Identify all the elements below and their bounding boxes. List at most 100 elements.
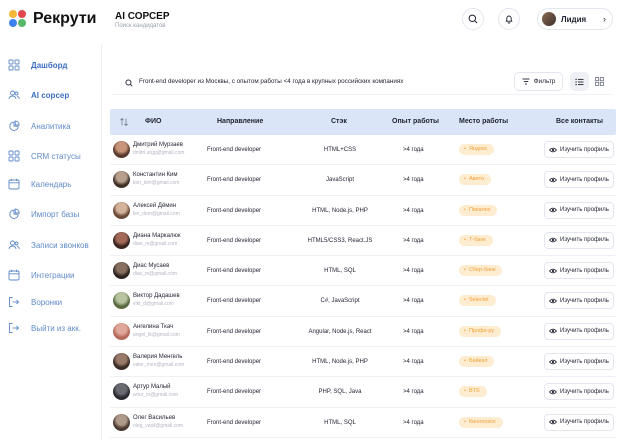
grid-icon — [8, 150, 20, 162]
column-header-workplace[interactable]: Место работы — [459, 118, 508, 125]
sidebar-item-grid[interactable]: CRM статусы — [8, 148, 100, 164]
eye-icon — [549, 359, 557, 364]
column-header-name[interactable]: ФИО — [145, 118, 161, 125]
table-header: ФИО Направление Стэк Опыт работы Место р… — [110, 109, 616, 135]
table-row[interactable]: Диас Мусаев dias_m@gmail.com Front-end dev… — [110, 256, 616, 287]
sidebar-item-label: CRM статусы — [31, 151, 81, 161]
eye-icon — [549, 147, 557, 152]
candidate-email: dian_m@gmail.com — [133, 240, 178, 247]
candidate-name: Виктор Дадашев — [133, 293, 180, 300]
view-profile-button[interactable]: Изучить профиль — [544, 353, 614, 371]
candidate-name: Дмитрий Мурзаев — [133, 142, 183, 148]
candidate-experience: >4 года — [403, 298, 424, 305]
sidebar-item-import[interactable]: Импорт базы — [8, 206, 100, 222]
import-icon — [8, 208, 20, 220]
candidate-stack: C#, JavaScript — [320, 298, 360, 305]
candidate-experience: >4 года — [403, 389, 424, 396]
view-profile-button[interactable]: Изучить профиль — [544, 413, 614, 431]
search-bar[interactable]: Front-end developer из Москвы, с опытом … — [111, 71, 612, 95]
table-row[interactable]: Виктор Дадашев vikt_d@gmail.com Front-end … — [110, 286, 616, 317]
grid-view-button[interactable] — [590, 72, 609, 91]
workplace-badge: Авито — [459, 174, 492, 186]
table-row[interactable]: Алексей Дёмин lex_dem@gmail.com Front-end … — [110, 196, 616, 226]
eye-icon — [549, 389, 557, 395]
candidate-email: lex_dem@gmail.com — [133, 210, 180, 217]
header-search-button[interactable] — [462, 8, 484, 30]
candidate-direction: Front-end developer — [207, 147, 262, 153]
sidebar-item-users[interactable]: AI сорсер — [8, 87, 100, 103]
candidate-experience: >4 года — [403, 147, 424, 153]
list-icon — [575, 78, 584, 85]
candidate-email: angel_tk@gmail.com — [133, 331, 180, 338]
candidate-name: Диана Маркалюк — [133, 232, 181, 239]
search-query[interactable]: Front-end developer из Москвы, с опытом … — [139, 78, 403, 85]
column-header-experience[interactable]: Опыт работы — [392, 118, 439, 125]
table-row[interactable]: Артур Малый artur_m@gmail.com Front-end de… — [110, 377, 616, 408]
avatar — [113, 201, 130, 219]
app-logo[interactable]: Рекрути — [9, 10, 97, 28]
workplace-badge: Байкал — [459, 356, 495, 368]
candidate-email: valer_men@gmail.com — [133, 362, 185, 369]
sidebar-item-integrations[interactable]: Интеграции — [8, 267, 100, 283]
sidebar-item-calendar[interactable]: Календарь — [8, 176, 100, 192]
sidebar-item-pie-chart[interactable]: Аналитика — [8, 118, 100, 134]
view-profile-label: Изучить профиль — [560, 328, 609, 335]
avatar — [113, 383, 130, 401]
candidate-experience: >4 года — [403, 237, 424, 244]
filter-button[interactable]: Фильтр — [514, 72, 563, 91]
dashboard-icon — [8, 59, 20, 71]
candidate-direction: Front-end developer — [207, 328, 262, 335]
view-profile-button[interactable]: Изучить профиль — [544, 141, 614, 158]
candidate-name: Диас Мусаев — [133, 263, 170, 270]
candidate-direction: Front-end developer — [207, 207, 262, 214]
column-header-stack[interactable]: Стэк — [331, 118, 347, 125]
filter-icon — [522, 78, 530, 85]
workplace-badge: Кинопоиск — [459, 416, 503, 428]
bell-icon — [505, 15, 513, 24]
view-profile-label: Изучить профиль — [560, 146, 609, 153]
view-profile-button[interactable]: Изучить профиль — [544, 383, 614, 401]
eye-icon — [549, 419, 557, 425]
avatar — [542, 12, 556, 26]
avatar — [113, 322, 130, 340]
candidate-experience: >4 года — [403, 419, 424, 426]
sidebar-item-label: Воронки — [31, 297, 63, 307]
view-profile-button[interactable]: Изучить профиль — [544, 322, 614, 340]
view-profile-button[interactable]: Изучить профиль — [544, 292, 614, 310]
table-row[interactable]: Ангелина Ткач angel_tk@gmail.com Front-end… — [110, 317, 616, 348]
table-row[interactable]: Константин Ким kon_kim@gmail.com Front-end… — [110, 165, 616, 196]
sort-icon[interactable] — [119, 117, 129, 127]
view-profile-button[interactable]: Изучить профиль — [544, 201, 614, 219]
logo-icon — [9, 10, 27, 28]
candidate-name: Константин Ким — [133, 172, 178, 179]
funnel-icon — [8, 296, 20, 308]
table-row[interactable]: Диана Маркалюк dian_m@gmail.com Front-end … — [110, 226, 616, 257]
notifications-button[interactable] — [498, 8, 520, 30]
user-menu[interactable]: Лидия › — [537, 8, 613, 30]
sidebar-item-calls[interactable]: Записи звонков — [8, 237, 100, 253]
avatar — [113, 262, 130, 280]
table-row[interactable]: Олег Васильев oleg_vasil@gmail.com Front-e… — [110, 408, 616, 438]
sidebar-item-label: Выйти из акк. — [31, 323, 81, 333]
candidate-email: kon_kim@gmail.com — [133, 180, 180, 187]
view-profile-button[interactable]: Изучить профиль — [544, 171, 614, 189]
candidate-email: dias_m@gmail.com — [133, 271, 177, 278]
table-row[interactable]: Валерия Менгель valer_men@gmail.com Front-… — [110, 347, 616, 378]
candidate-stack: HTML+CSS — [323, 147, 357, 153]
sidebar-item-label: Интеграции — [31, 270, 75, 280]
view-profile-button[interactable]: Изучить профиль — [544, 231, 614, 249]
table-row[interactable]: Дмитрий Мурзаев dmitri.urgg@gmail.com Fron… — [110, 135, 616, 166]
sidebar-item-label: Календарь — [31, 179, 72, 189]
sidebar-item-funnel[interactable]: Воронки — [8, 294, 100, 310]
view-profile-button[interactable]: Изучить профиль — [544, 262, 614, 280]
view-profile-label: Изучить профиль — [560, 267, 609, 274]
list-view-button[interactable] — [570, 72, 589, 91]
column-header-direction[interactable]: Направление — [217, 118, 263, 125]
sidebar-item-dashboard[interactable]: Дашборд — [8, 57, 100, 73]
candidate-stack: JavaScript — [325, 177, 354, 184]
candidate-direction: Front-end developer — [207, 237, 262, 244]
sidebar-item-logout[interactable]: Выйти из акк. — [8, 320, 100, 336]
sidebar-item-label: Импорт базы — [31, 209, 80, 219]
column-header-contacts[interactable]: Все контакты — [556, 118, 603, 125]
candidate-direction: Front-end developer — [207, 298, 262, 305]
